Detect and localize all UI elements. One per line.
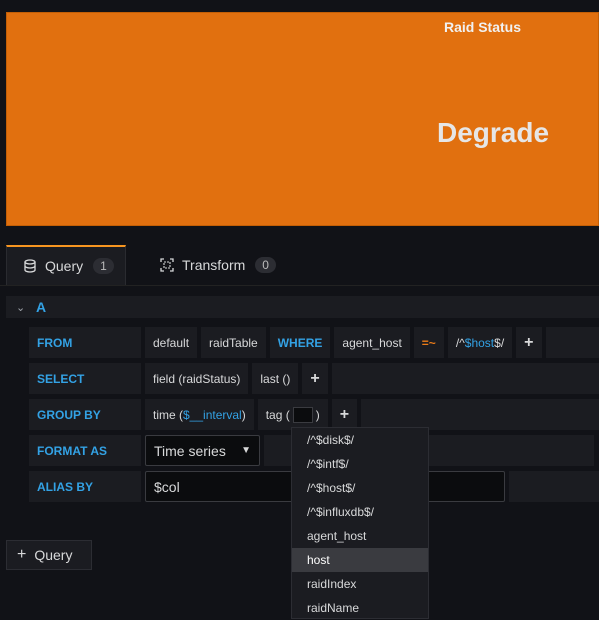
where-tag-value[interactable]: /^$host$/ [448,327,512,358]
select-field[interactable]: field (raidStatus) [145,363,248,394]
dropdown-option[interactable]: /^$host$/ [292,476,428,500]
where-tag-key[interactable]: agent_host [334,327,409,358]
group-by-time[interactable]: time ($__interval) [145,399,254,430]
format-as-value: Time series [154,443,226,459]
database-icon [23,259,37,273]
panel-value: Degrade [437,117,549,149]
retention-policy[interactable]: default [145,327,197,358]
panel-title: Raid Status [7,19,598,35]
row-filler [509,471,599,502]
add-query-label: Query [34,547,72,563]
tab-transform-count: 0 [255,257,276,273]
dropdown-option[interactable]: raidName [292,596,428,620]
plus-icon: + [310,370,319,388]
dropdown-option[interactable]: /^$influxdb$/ [292,500,428,524]
format-as-label: FORMAT AS [29,435,141,466]
query-name: A [36,299,46,315]
group-by-row: GROUP BY time ($__interval) tag () + [29,399,599,430]
tab-query-count: 1 [93,258,114,274]
group-tag-suffix: ) [316,408,320,422]
where-operator[interactable]: =~ [414,327,444,358]
tag-key-dropdown: /^$disk$/ /^$intf$/ /^$host$/ /^$influxd… [291,427,429,619]
dropdown-option[interactable]: raidIndex [292,572,428,596]
alias-by-label: ALIAS BY [29,471,141,502]
row-filler [332,363,599,394]
group-tag-prefix: tag ( [266,408,290,422]
where-value-prefix: /^ [456,336,465,350]
group-time-var: $__interval [183,408,242,422]
where-value-suffix: $/ [494,336,504,350]
chevron-down-icon[interactable]: ⌄ [16,301,30,314]
dropdown-option-selected[interactable]: host [292,548,428,572]
row-filler [546,327,599,358]
plus-icon: + [17,546,26,564]
select-function[interactable]: last () [252,363,298,394]
from-label: FROM [29,327,141,358]
group-by-label: GROUP BY [29,399,141,430]
editor-tabs: Query 1 Transform 0 [0,245,599,286]
add-query-button[interactable]: + Query [6,540,92,570]
format-as-select[interactable]: Time series ▼ [145,435,260,466]
add-where-button[interactable]: + [516,327,541,358]
tab-transform[interactable]: Transform 0 [160,245,276,285]
plus-icon: + [340,406,349,424]
plus-icon: + [524,334,533,352]
dropdown-option[interactable]: /^$disk$/ [292,428,428,452]
where-value-var: $host [465,336,494,350]
dropdown-option[interactable]: /^$intf$/ [292,452,428,476]
add-select-button[interactable]: + [302,363,327,394]
row-filler [361,399,599,430]
tab-query[interactable]: Query 1 [6,245,126,285]
group-time-suffix: ) [242,408,246,422]
query-header[interactable]: ⌄ A [6,296,599,318]
transform-icon [160,258,174,272]
dropdown-option[interactable]: agent_host [292,524,428,548]
group-by-tag[interactable]: tag () [258,399,328,430]
tab-query-label: Query [45,258,83,274]
stat-panel: Raid Status Degrade [6,12,599,226]
from-row: FROM default raidTable WHERE agent_host … [29,327,599,358]
add-group-by-button[interactable]: + [332,399,357,430]
select-row: SELECT field (raidStatus) last () + [29,363,599,394]
group-tag-input[interactable] [293,407,313,423]
select-label: SELECT [29,363,141,394]
tab-transform-label: Transform [182,257,245,273]
where-keyword: WHERE [270,327,331,358]
group-time-prefix: time ( [153,408,183,422]
measurement[interactable]: raidTable [201,327,266,358]
caret-down-icon: ▼ [241,445,251,456]
